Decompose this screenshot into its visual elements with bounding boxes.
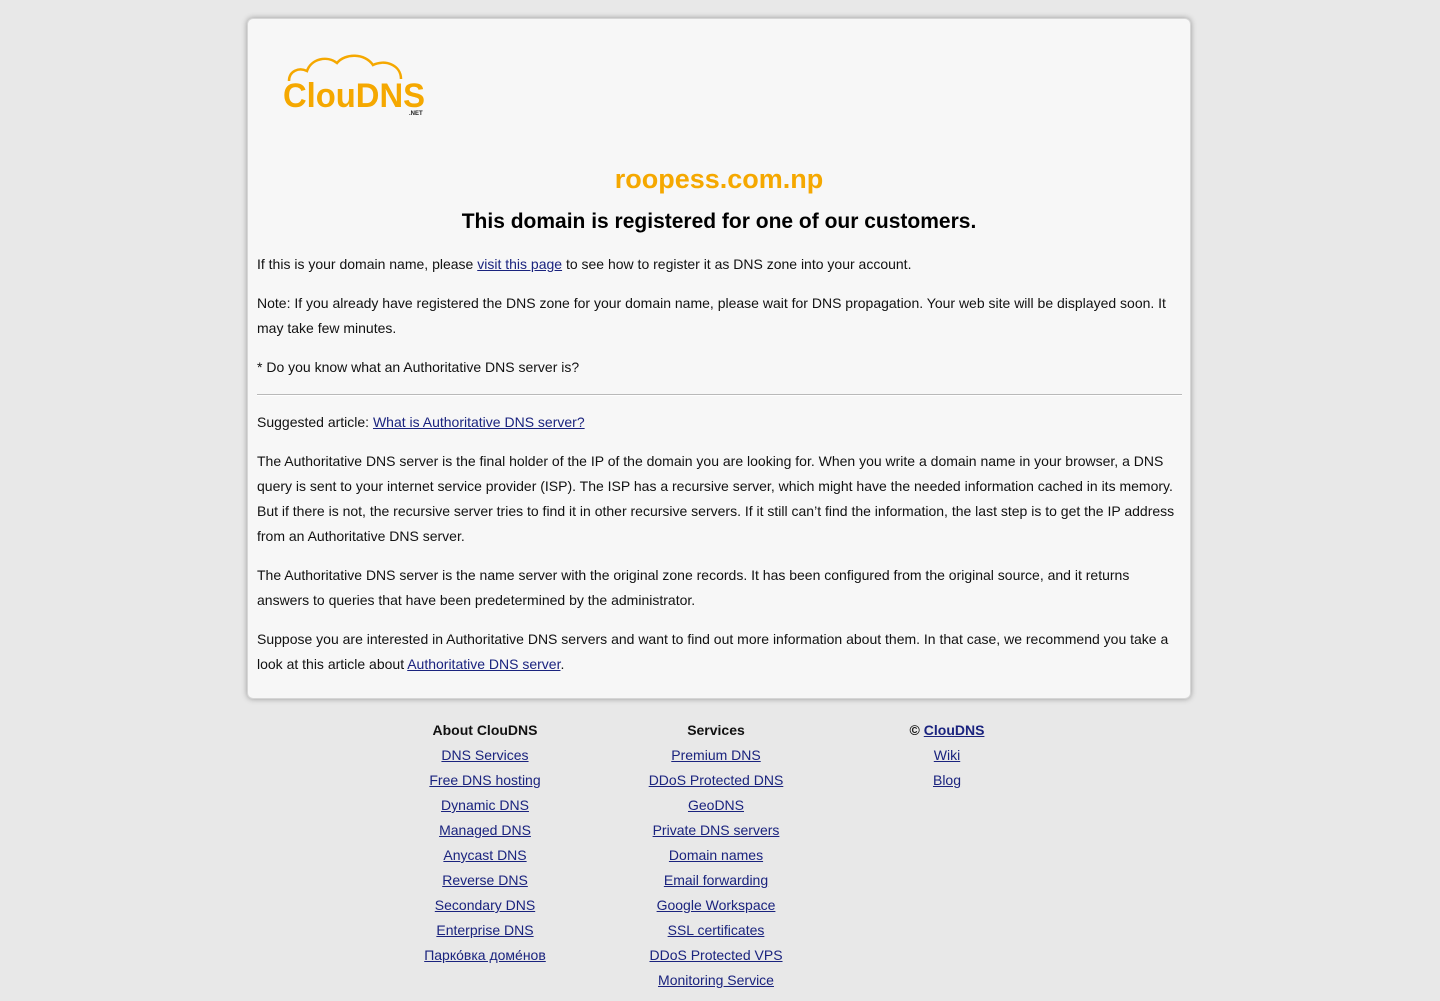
footer-services-column: Services Premium DNS DDoS Protected DNS …	[586, 718, 846, 993]
footer-link-google-workspace[interactable]: Google Workspace	[657, 897, 776, 913]
authoritative-explanation: The Authoritative DNS server is the fina…	[257, 453, 1175, 544]
footer-link-dynamic-dns[interactable]: Dynamic DNS	[441, 797, 529, 813]
content-card: ClouDNS .NET roopess.com.np This domain …	[247, 18, 1191, 699]
cloudns-logo[interactable]: ClouDNS .NET	[281, 51, 427, 117]
register-text-after: to see how to register it as DNS zone in…	[562, 256, 912, 272]
footer-link-free-dns-hosting[interactable]: Free DNS hosting	[429, 772, 540, 788]
footer-about-title: About ClouDNS	[432, 722, 538, 738]
recommendation-paragraph: Suppose you are interested in Authoritat…	[257, 627, 1177, 677]
visit-page-link[interactable]: visit this page	[477, 256, 562, 272]
footer-link-private-dns-servers[interactable]: Private DNS servers	[653, 822, 780, 838]
suggested-article-link[interactable]: What is Authoritative DNS server?	[373, 414, 585, 430]
svg-text:ClouDNS: ClouDNS	[283, 77, 425, 115]
suggested-label: Suggested article:	[257, 414, 373, 430]
footer-link-premium-dns[interactable]: Premium DNS	[671, 747, 760, 763]
question-paragraph: * Do you know what an Authoritative DNS …	[257, 359, 580, 375]
register-paragraph: If this is your domain name, please visi…	[257, 252, 1177, 277]
recommendation-text: Suppose you are interested in Authoritat…	[257, 631, 1169, 672]
footer-link-wiki[interactable]: Wiki	[934, 747, 960, 763]
footer-link-ddos-protected-vps[interactable]: DDoS Protected VPS	[649, 947, 782, 963]
footer-link-enterprise-dns[interactable]: Enterprise DNS	[436, 922, 533, 938]
footer-link-dns-services[interactable]: DNS Services	[441, 747, 528, 763]
footer-about-column: About ClouDNS DNS Services Free DNS host…	[355, 718, 615, 968]
footer-link-domain-parking[interactable]: Парко́вка доме́нов	[424, 947, 546, 963]
svg-text:.NET: .NET	[409, 111, 423, 117]
footer-services-title: Services	[687, 722, 745, 738]
name-server-paragraph: The Authoritative DNS server is the name…	[257, 567, 1130, 608]
domain-name: roopess.com.np	[614, 164, 824, 194]
footer-link-monitoring-service[interactable]: Monitoring Service	[658, 972, 774, 988]
copyright-symbol: ©	[909, 722, 924, 738]
footer-link-managed-dns[interactable]: Managed DNS	[439, 822, 531, 838]
footer-link-email-forwarding[interactable]: Email forwarding	[664, 872, 768, 888]
footer-link-blog[interactable]: Blog	[933, 772, 961, 788]
divider	[257, 394, 1182, 396]
footer-copyright: © ClouDNS	[817, 718, 1077, 743]
footer-link-ddos-protected-dns[interactable]: DDoS Protected DNS	[649, 772, 784, 788]
footer-link-cloudns[interactable]: ClouDNS	[924, 722, 985, 738]
suggested-article: Suggested article: What is Authoritative…	[257, 410, 1177, 435]
footer-link-anycast-dns[interactable]: Anycast DNS	[443, 847, 526, 863]
note-paragraph: Note: If you already have registered the…	[257, 295, 1166, 336]
authoritative-dns-link[interactable]: Authoritative DNS server	[407, 656, 560, 672]
footer-link-ssl-certificates[interactable]: SSL certificates	[668, 922, 765, 938]
footer-link-reverse-dns[interactable]: Reverse DNS	[442, 872, 528, 888]
recommendation-period: .	[560, 656, 565, 672]
footer-link-domain-names[interactable]: Domain names	[669, 847, 763, 863]
footer-link-secondary-dns[interactable]: Secondary DNS	[435, 897, 535, 913]
register-text-before: If this is your domain name, please	[257, 256, 478, 272]
headline: This domain is registered for one of our…	[461, 210, 977, 233]
footer-brand-column: © ClouDNS Wiki Blog	[817, 718, 1077, 793]
footer-link-geodns[interactable]: GeoDNS	[688, 797, 744, 813]
